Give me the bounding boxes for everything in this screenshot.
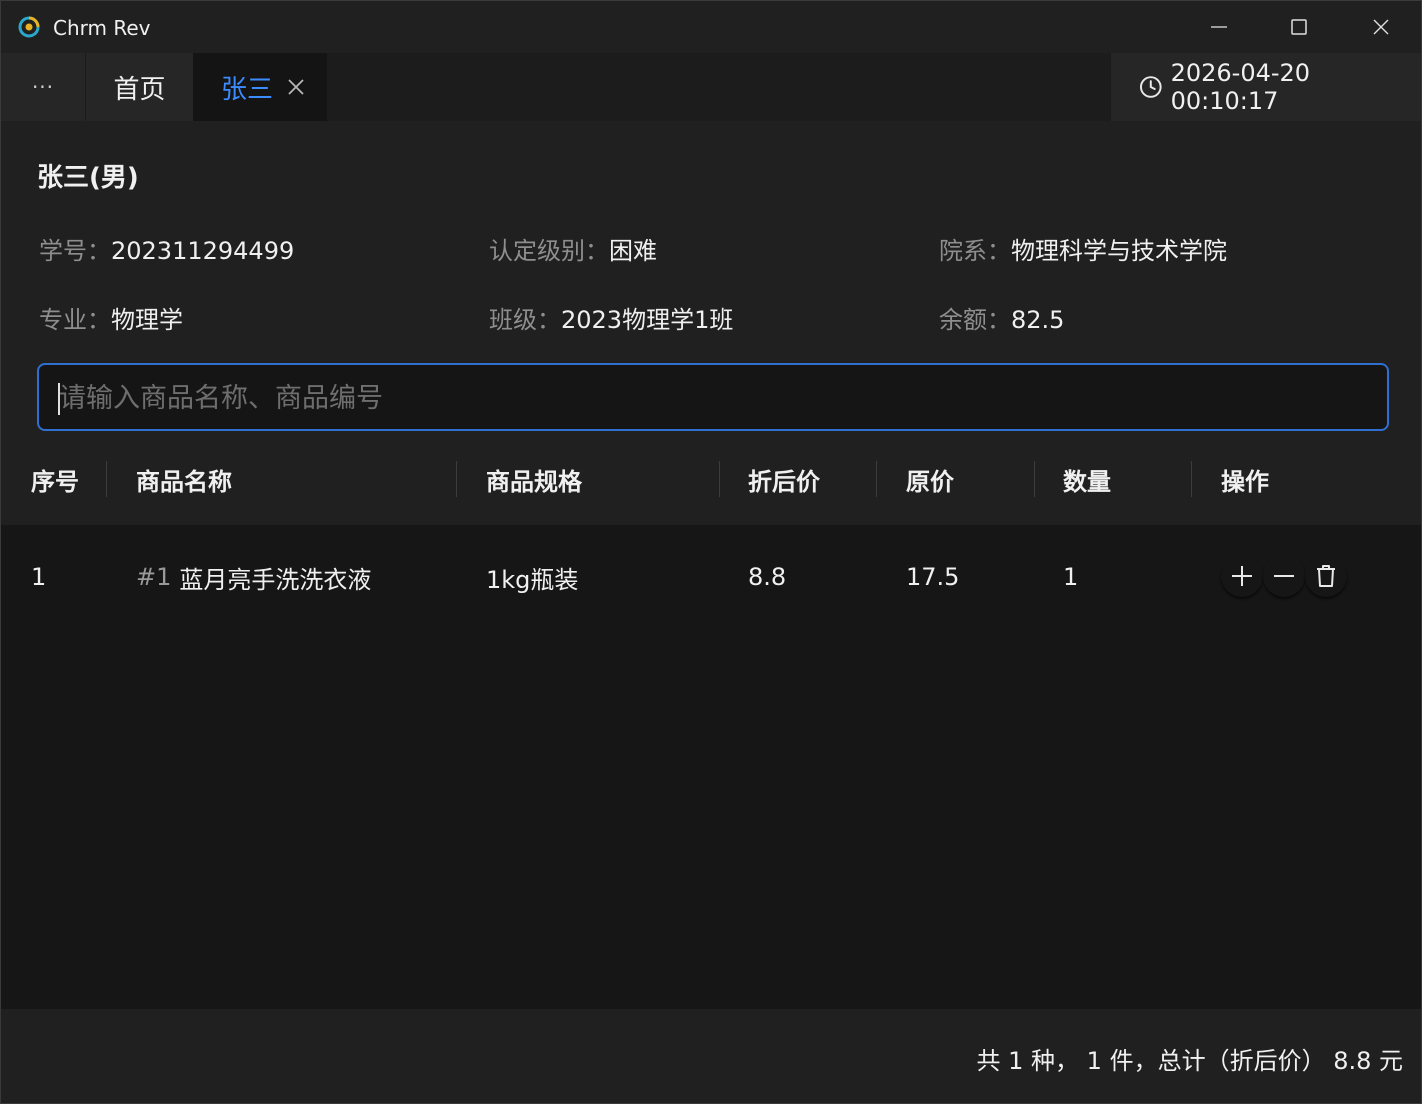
minimize-icon: [1211, 26, 1227, 28]
field-value: 202311294499: [111, 237, 295, 265]
column-divider: [876, 461, 877, 497]
field-label: 专业: [39, 306, 87, 334]
field-major: 专业：物理学: [39, 300, 183, 335]
product-search-input[interactable]: [57, 365, 1361, 431]
cell-discount-price: 8.8: [748, 563, 787, 591]
col-header-discount-price[interactable]: 折后价: [748, 433, 820, 525]
footer-bar: 共 1 种， 1 件，总计（折后价） 8.8 元: [1, 1009, 1421, 1103]
decrease-quantity-button[interactable]: [1263, 555, 1305, 597]
field-level: 认定级别：困难: [489, 231, 657, 266]
field-separator: ：: [987, 306, 1011, 334]
tab-bar: ··· 首页 张三 2026-04-20 00:10:17: [1, 53, 1421, 121]
field-value: 物理科学与技术学院: [1011, 237, 1227, 265]
product-search-box: [37, 363, 1389, 431]
title-bar: Chrm Rev: [1, 1, 1421, 53]
field-department: 院系：物理科学与技术学院: [939, 231, 1227, 266]
col-header-spec[interactable]: 商品规格: [486, 433, 582, 525]
column-divider: [1034, 461, 1035, 497]
field-label: 学号: [39, 237, 87, 265]
field-value: 2023物理学1班: [561, 306, 734, 334]
column-divider: [106, 461, 107, 497]
order-summary: 共 1 种， 1 件，总计（折后价） 8.8 元: [976, 1047, 1403, 1075]
trash-icon: [1317, 565, 1335, 587]
maximize-button[interactable]: [1259, 1, 1339, 53]
field-value: 困难: [609, 237, 657, 265]
field-balance: 余额：82.5: [939, 300, 1064, 335]
field-separator: ：: [87, 237, 111, 265]
app-title: Chrm Rev: [53, 16, 151, 40]
field-label: 余额: [939, 306, 987, 334]
close-icon: [1373, 19, 1389, 35]
minimize-button[interactable]: [1179, 1, 1259, 53]
field-value: 物理学: [111, 306, 183, 334]
product-name: 蓝月亮手洗洗衣液: [179, 565, 372, 594]
col-header-index[interactable]: 序号: [31, 433, 79, 525]
table-body: 1 #1 蓝月亮手洗洗衣液 1kg瓶装 8.8 17.5 1: [1, 525, 1421, 1009]
column-divider: [456, 461, 457, 497]
app-logo-icon: [18, 16, 40, 38]
cell-original-price: 17.5: [906, 563, 960, 591]
tab-close-icon[interactable]: [287, 78, 305, 96]
close-window-button[interactable]: [1341, 1, 1421, 53]
field-value: 82.5: [1011, 306, 1065, 334]
field-separator: ：: [537, 306, 561, 334]
minus-icon: [1274, 575, 1294, 577]
clock-display: 2026-04-20 00:10:17: [1111, 53, 1421, 121]
app-window: Chrm Rev ··· 首页 张三 2026-04-20 00:10:17 张…: [0, 0, 1422, 1104]
tab-home[interactable]: 首页: [85, 53, 193, 121]
product-code: #1: [136, 563, 172, 591]
field-label: 班级: [489, 306, 537, 334]
col-header-actions: 操作: [1221, 467, 1269, 496]
field-label: 院系: [939, 237, 987, 265]
increase-quantity-button[interactable]: [1221, 555, 1263, 597]
plus-icon: [1232, 566, 1252, 586]
table-header: 序号 商品名称 商品规格 折后价 原价 数量 操作: [1, 433, 1421, 525]
maximize-icon: [1291, 19, 1307, 35]
field-student-id: 学号：202311294499: [39, 231, 294, 266]
field-label: 认定级别: [489, 237, 585, 265]
col-header-name[interactable]: 商品名称: [136, 433, 232, 525]
delete-item-button[interactable]: [1305, 555, 1347, 597]
field-separator: ：: [987, 237, 1011, 265]
clock-icon: [1139, 76, 1162, 98]
cell-spec: 1kg瓶装: [486, 565, 579, 594]
cell-quantity: 1: [1063, 563, 1079, 591]
tab-student-label: 张三: [221, 74, 274, 105]
cell-name: #1 蓝月亮手洗洗衣液: [136, 557, 371, 597]
tab-more-button[interactable]: ···: [1, 53, 85, 121]
cell-index: 1: [31, 563, 47, 591]
field-separator: ：: [87, 306, 111, 334]
col-header-original-price[interactable]: 原价: [906, 433, 954, 525]
tab-home-label: 首页: [113, 74, 166, 105]
field-class: 班级：2023物理学1班: [489, 300, 733, 335]
student-info-panel: 张三(男) 学号：202311294499 认定级别：困难 院系：物理科学与技术…: [1, 121, 1421, 433]
column-divider: [719, 461, 720, 497]
tab-student[interactable]: 张三: [193, 53, 327, 121]
clock-text: 2026-04-20 00:10:17: [1170, 59, 1311, 115]
field-separator: ：: [585, 237, 609, 265]
col-header-quantity[interactable]: 数量: [1063, 433, 1111, 525]
student-name: 张三(男): [37, 163, 139, 193]
column-divider: [1191, 461, 1192, 497]
text-caret: [58, 383, 60, 415]
